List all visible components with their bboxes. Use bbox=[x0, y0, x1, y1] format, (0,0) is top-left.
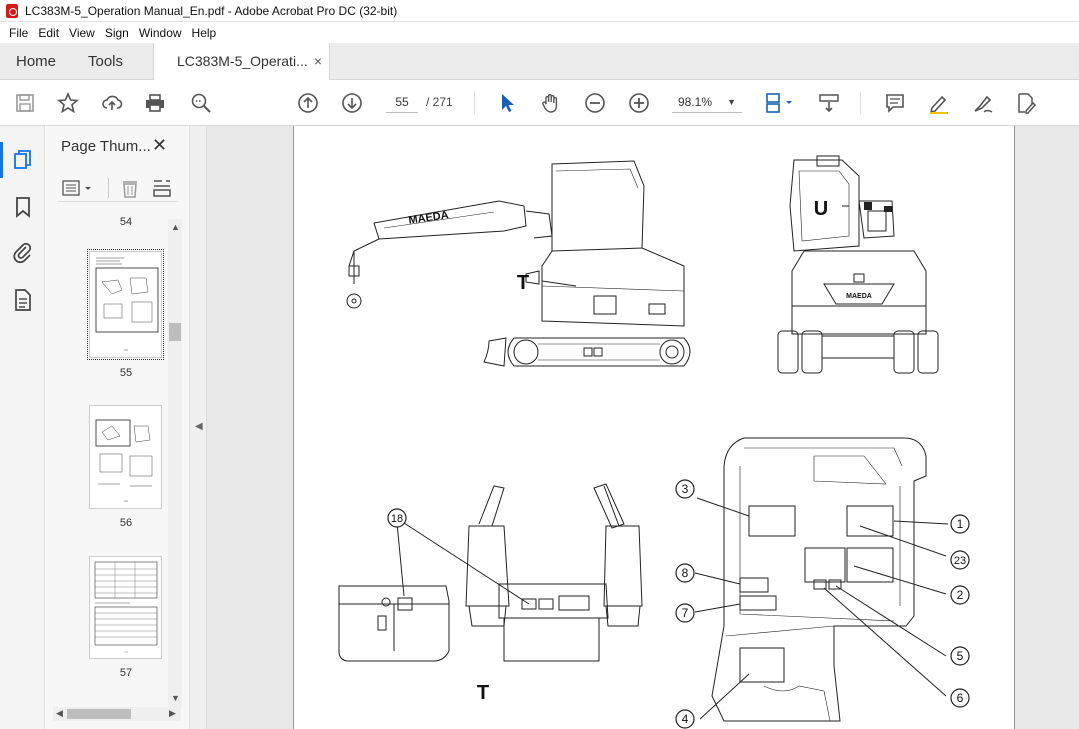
callout-5: 5 bbox=[957, 649, 964, 663]
zoom-out-icon[interactable] bbox=[583, 91, 607, 115]
tab-tools[interactable]: Tools bbox=[88, 43, 123, 80]
toolbar-divider bbox=[474, 92, 475, 114]
scroll-down-icon[interactable]: ▼ bbox=[171, 693, 180, 703]
callout-1: 1 bbox=[957, 517, 964, 531]
next-page-icon[interactable] bbox=[340, 91, 364, 115]
tab-home[interactable]: Home bbox=[16, 43, 56, 80]
delete-page-icon[interactable] bbox=[120, 178, 140, 198]
panel-splitter[interactable]: ◀ bbox=[189, 126, 207, 729]
zoom-value: 98.1% bbox=[678, 95, 713, 109]
thumb-scroll-top bbox=[46, 204, 171, 212]
select-cursor-icon[interactable] bbox=[495, 91, 519, 115]
sign-pen-icon[interactable] bbox=[971, 91, 995, 115]
tab-document[interactable]: LC383M-5_Operati... × bbox=[153, 43, 330, 81]
previous-page-icon[interactable] bbox=[296, 91, 320, 115]
menu-file[interactable]: File bbox=[4, 26, 33, 40]
window-title: LC383M-5_Operation Manual_En.pdf - Adobe… bbox=[25, 3, 398, 18]
thumbnail-page-57[interactable] bbox=[89, 556, 162, 659]
callout-7: 7 bbox=[682, 606, 689, 620]
upload-cloud-icon[interactable] bbox=[100, 91, 124, 115]
callout-8: 8 bbox=[682, 566, 689, 580]
pdf-page: T U T MAEDA MAEDA 18 3 1 23 2 8 7 5 6 4 bbox=[293, 126, 1015, 729]
edit-pdf-icon[interactable] bbox=[1014, 91, 1038, 115]
collapse-panel-icon[interactable]: ◀ bbox=[195, 421, 203, 432]
panel-toolbar bbox=[58, 176, 178, 202]
callout-18: 18 bbox=[391, 513, 403, 525]
menu-window[interactable]: Window bbox=[134, 26, 187, 40]
panel-title: Page Thum... bbox=[61, 138, 151, 155]
callout-6: 6 bbox=[957, 691, 964, 705]
brand-side: MAEDA bbox=[408, 209, 450, 227]
callout-2: 2 bbox=[957, 588, 964, 602]
thumbnail-label-57: 57 bbox=[119, 667, 133, 679]
close-panel-icon[interactable]: ✕ bbox=[152, 135, 167, 156]
title-bar: LC383M-5_Operation Manual_En.pdf - Adobe… bbox=[0, 0, 1079, 22]
callout-4: 4 bbox=[682, 712, 689, 726]
close-tab-icon[interactable]: × bbox=[314, 43, 322, 80]
save-icon[interactable] bbox=[13, 91, 37, 115]
chevron-down-icon: ▼ bbox=[727, 97, 736, 107]
page-total-label: / 271 bbox=[426, 95, 453, 109]
find-zoom-icon[interactable] bbox=[189, 91, 213, 115]
page-number-input[interactable]: 55 bbox=[386, 91, 418, 113]
document-view[interactable]: T U T MAEDA MAEDA 18 3 1 23 2 8 7 5 6 4 bbox=[207, 126, 1079, 729]
tab-document-label: LC383M-5_Operati... bbox=[177, 53, 308, 69]
callout-23: 23 bbox=[954, 555, 966, 567]
left-rail bbox=[0, 126, 45, 729]
page-thumbnails-icon[interactable] bbox=[0, 142, 35, 178]
comment-icon[interactable] bbox=[883, 91, 907, 115]
zoom-in-icon[interactable] bbox=[627, 91, 651, 115]
extract-pages-icon[interactable] bbox=[152, 178, 172, 198]
panel-divider bbox=[108, 178, 109, 198]
highlight-pen-icon[interactable] bbox=[927, 91, 951, 115]
attachments-icon[interactable] bbox=[11, 241, 35, 265]
thumbnail-page-56[interactable] bbox=[89, 405, 162, 509]
hand-tool-icon[interactable] bbox=[539, 91, 563, 115]
scrollbar-thumb[interactable] bbox=[169, 323, 181, 341]
scroll-right-icon[interactable]: ▶ bbox=[169, 708, 176, 719]
print-icon[interactable] bbox=[143, 91, 167, 115]
hscrollbar-thumb[interactable] bbox=[67, 709, 131, 719]
menu-sign[interactable]: Sign bbox=[100, 26, 134, 40]
thumbnail-label-56: 56 bbox=[119, 517, 133, 529]
thumbnail-label-55: 55 bbox=[119, 367, 133, 379]
toolbar: 55 / 271 98.1% ▼ bbox=[0, 80, 1079, 126]
zoom-select[interactable]: 98.1% ▼ bbox=[672, 91, 742, 113]
menu-help[interactable]: Help bbox=[187, 26, 222, 40]
callout-3: 3 bbox=[682, 482, 689, 496]
menu-bar: File Edit View Sign Window Help bbox=[0, 22, 1079, 43]
excavator-diagram: T U T MAEDA MAEDA 18 3 1 23 2 8 7 5 6 4 bbox=[338, 155, 970, 729]
bookmarks-icon[interactable] bbox=[11, 195, 35, 219]
thumbnail-hscrollbar[interactable]: ◀ ▶ bbox=[53, 707, 181, 721]
label-u: U bbox=[814, 198, 828, 220]
label-t-top: T bbox=[517, 272, 529, 294]
scroll-up-icon[interactable]: ▲ bbox=[171, 222, 180, 232]
acrobat-pdf-icon bbox=[6, 3, 18, 18]
document-properties-icon[interactable] bbox=[11, 288, 35, 312]
thumbnail-scrollbar[interactable]: ▲ ▼ bbox=[168, 219, 182, 707]
menu-edit[interactable]: Edit bbox=[33, 26, 64, 40]
label-t-bottom: T bbox=[477, 682, 489, 704]
bookmark-star-icon[interactable] bbox=[56, 91, 80, 115]
scroll-left-icon[interactable]: ◀ bbox=[56, 708, 63, 719]
thumbnail-label-54: 54 bbox=[119, 216, 133, 228]
brand-rear: MAEDA bbox=[846, 293, 872, 300]
thumbnail-options-icon[interactable] bbox=[62, 180, 98, 198]
page-display-icon[interactable] bbox=[763, 91, 797, 115]
scroll-mode-icon[interactable] bbox=[817, 91, 841, 115]
toolbar-divider bbox=[860, 92, 861, 114]
tab-bar: Home Tools LC383M-5_Operati... × bbox=[0, 43, 1079, 81]
menu-view[interactable]: View bbox=[64, 26, 100, 40]
thumbnail-page-55[interactable] bbox=[87, 249, 164, 360]
